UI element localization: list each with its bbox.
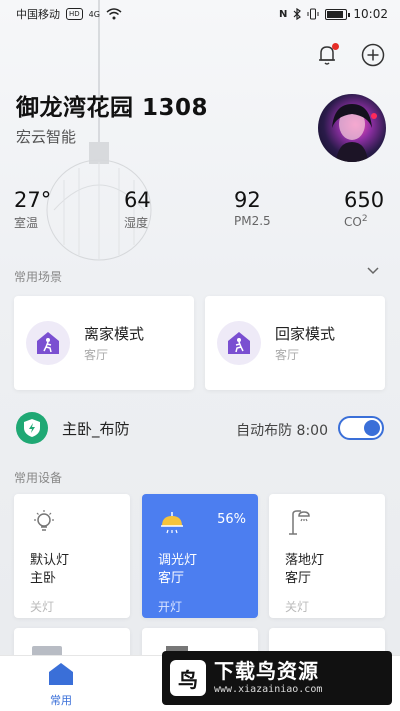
stat-label: CO2 — [344, 214, 384, 229]
shield-badge — [16, 412, 48, 444]
device-name: 默认灯 — [30, 553, 70, 568]
hd-badge: HD — [66, 8, 83, 20]
scene-room: 客厅 — [275, 348, 300, 362]
top-actions — [314, 42, 386, 68]
security-row: 主卧_布防 自动布防 8:00 — [0, 408, 400, 448]
environment-stats: 27° 室温 64 湿度 92 PM2.5 650 CO2 — [0, 188, 400, 238]
shield-icon — [24, 419, 40, 437]
notification-dot — [332, 43, 339, 50]
scene-icon-wrap — [217, 321, 261, 365]
stat-value: 27° — [14, 188, 52, 212]
scene-room: 客厅 — [84, 348, 109, 362]
watermark-title: 下载鸟资源 — [214, 659, 319, 683]
device-card-default-light[interactable]: 默认灯 主卧 关灯 — [14, 494, 130, 618]
stat-co2: 650 CO2 — [344, 188, 384, 229]
dimmer-lamp-icon — [161, 512, 183, 534]
stat-label: 湿度 — [124, 216, 149, 230]
scene-name: 离家模式 — [84, 325, 145, 343]
watermark-url: www.xiazainiao.com — [214, 684, 323, 695]
device-name: 调光灯 — [158, 553, 198, 568]
nfc-icon: N — [279, 8, 288, 20]
scenes-section-label: 常用场景 — [14, 270, 63, 284]
auto-arm-toggle[interactable] — [338, 416, 384, 440]
nav-home[interactable]: 常用 — [36, 662, 86, 708]
stat-pm25: 92 PM2.5 — [234, 188, 271, 228]
wifi-icon — [106, 8, 122, 20]
toggle-knob — [364, 420, 380, 436]
device-card-dimmer-light[interactable]: 56% 调光灯 客厅 开灯 — [142, 494, 258, 618]
scene-name: 回家模式 — [275, 325, 336, 343]
device-state: 开灯 — [158, 600, 183, 614]
security-zone-name[interactable]: 主卧_布防 — [62, 418, 130, 439]
stat-label: 室温 — [14, 216, 39, 230]
devices-section-label: 常用设备 — [14, 471, 63, 485]
avatar[interactable] — [318, 94, 386, 162]
home-title[interactable]: 御龙湾花园 1308 — [16, 88, 208, 122]
leave-home-icon — [37, 332, 59, 354]
add-button[interactable] — [360, 42, 386, 68]
home-subtitle: 宏云智能 — [16, 128, 77, 146]
avatar-image — [332, 104, 377, 162]
battery-icon — [325, 8, 351, 20]
stat-value: 64 — [124, 188, 151, 212]
floor-lamp-icon — [289, 510, 310, 535]
stat-label: PM2.5 — [234, 214, 271, 228]
device-room: 客厅 — [285, 571, 312, 586]
notification-button[interactable] — [314, 42, 340, 68]
return-home-icon — [228, 332, 250, 354]
stat-humidity: 64 湿度 — [124, 188, 151, 231]
clock: 10:02 — [353, 7, 388, 21]
scene-card-return-home[interactable]: 回家模式 客厅 — [205, 296, 385, 390]
auto-arm-text: 自动布防 8:00 — [236, 423, 328, 439]
stat-label-text: CO — [344, 215, 362, 229]
vibrate-icon — [307, 8, 319, 20]
bluetooth-icon — [293, 8, 302, 20]
device-card-floor-lamp[interactable]: 落地灯 客厅 关灯 — [269, 494, 385, 618]
stat-value: 92 — [234, 188, 261, 212]
stat-temperature: 27° 室温 — [14, 188, 51, 231]
scene-icon-wrap — [26, 321, 70, 365]
stat-value: 650 — [344, 188, 385, 212]
device-room: 主卧 — [30, 571, 57, 586]
dimmer-level: 56% — [217, 512, 246, 527]
home-icon — [49, 663, 73, 685]
carrier-name: 中国移动 — [16, 8, 60, 21]
device-state: 关灯 — [285, 600, 310, 614]
nav-home-label: 常用 — [50, 694, 72, 707]
status-bar: 中国移动 HD 4G N 10:02 — [0, 0, 400, 28]
watermark-logo-icon: 鸟 — [170, 660, 206, 696]
device-name: 落地灯 — [285, 553, 325, 568]
bulb-icon — [34, 510, 54, 531]
device-room: 客厅 — [158, 571, 185, 586]
chevron-down-icon[interactable] — [366, 266, 380, 276]
device-state: 关灯 — [30, 600, 55, 614]
stat-label-sup: 2 — [361, 214, 368, 224]
network-type: 4G — [88, 9, 100, 19]
plus-circle-icon — [361, 43, 385, 67]
scene-card-leave-home[interactable]: 离家模式 客厅 — [14, 296, 194, 390]
watermark-banner: 鸟 下载鸟资源 www.xiazainiao.com — [162, 651, 392, 705]
